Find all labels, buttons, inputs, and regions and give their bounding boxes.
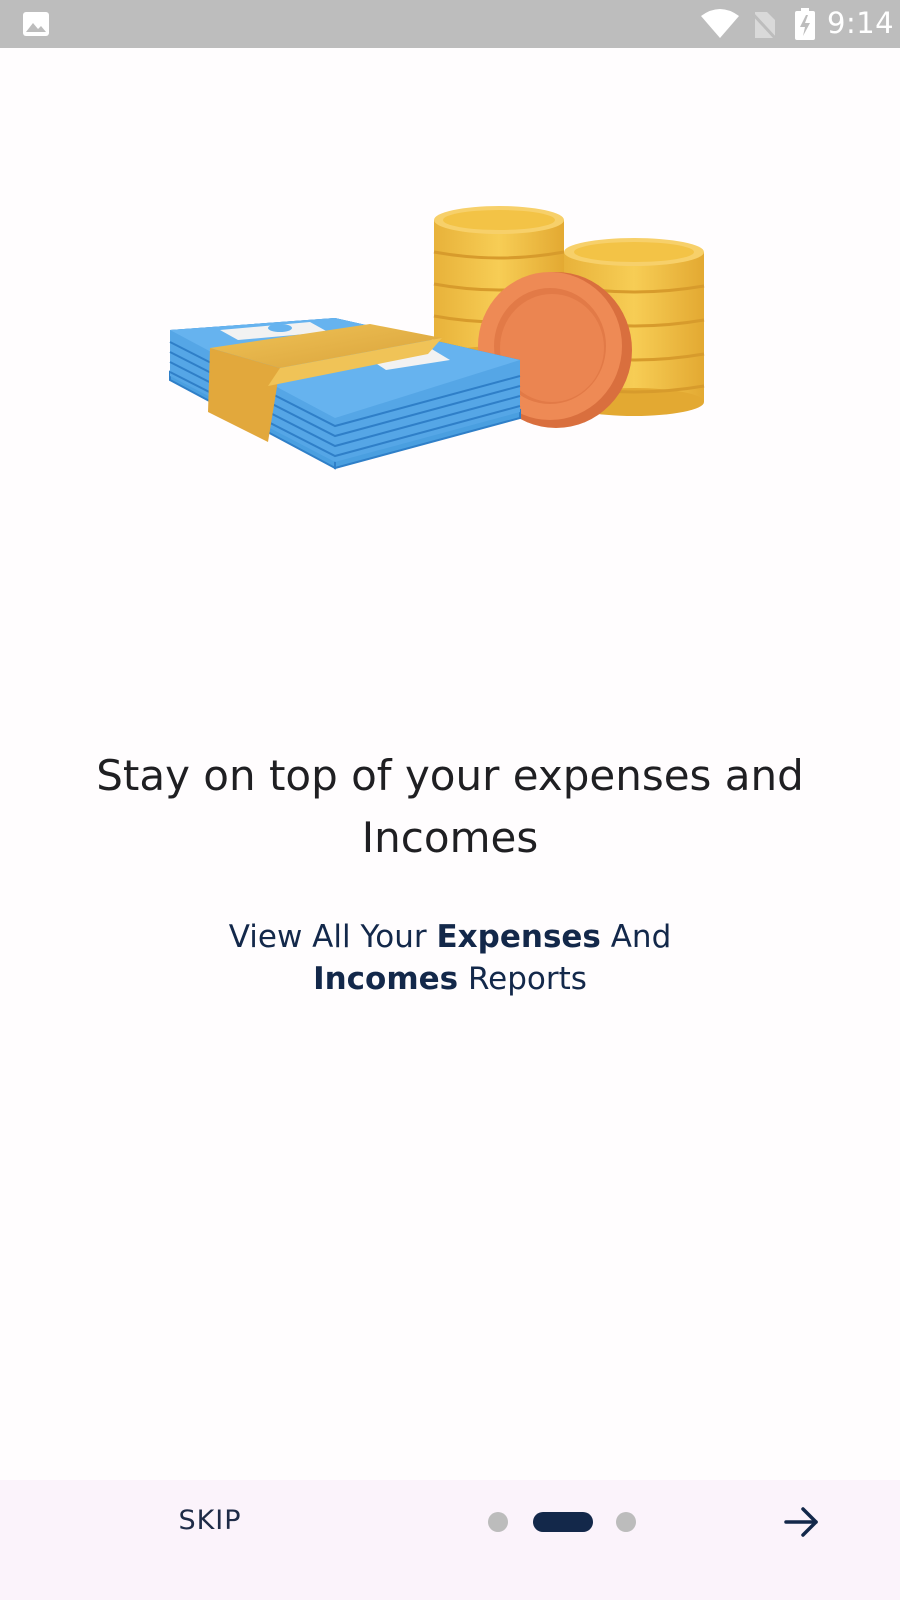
page-dot-3[interactable] <box>616 1512 636 1532</box>
next-button[interactable] <box>772 1492 832 1552</box>
subtitle-text-2: And <box>600 919 672 955</box>
no-sim-icon <box>751 11 777 40</box>
subtitle-bold-incomes: Incomes <box>313 961 459 997</box>
onboarding-bottom-bar: SKIP <box>0 1480 900 1600</box>
onboarding-headline: Stay on top of your expenses and Incomes <box>96 751 804 862</box>
battery-charging-icon <box>795 8 815 40</box>
subtitle-bold-expenses: Expenses <box>436 919 601 955</box>
status-time: 9:14 <box>827 6 895 40</box>
page-dot-2-active[interactable] <box>533 1512 593 1532</box>
subtitle-text-1: View All Your <box>228 919 437 955</box>
arrow-right-icon <box>784 1507 818 1537</box>
status-bar: 9:14 <box>0 0 900 48</box>
skip-button[interactable]: SKIP <box>160 1480 260 1560</box>
subtitle-text-3: Reports <box>458 961 587 997</box>
money-illustration <box>169 206 705 470</box>
wifi-icon <box>701 9 739 38</box>
onboarding-subtitle: View All Your Expenses And Incomes Repor… <box>150 916 750 1000</box>
gallery-icon <box>23 12 49 36</box>
page-dot-1[interactable] <box>488 1512 508 1532</box>
